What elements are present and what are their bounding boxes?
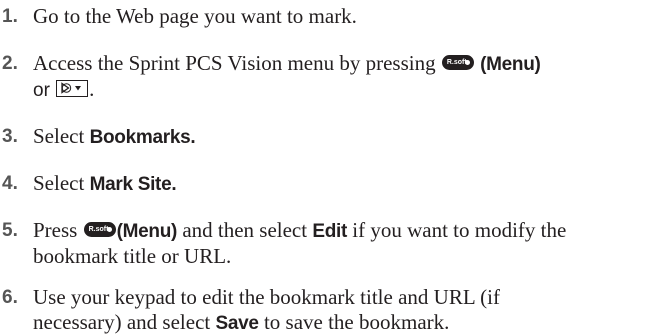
period-text: . — [89, 77, 95, 101]
softkey-label: R.soft — [446, 59, 467, 66]
or-text: or — [33, 80, 50, 101]
step-6-text-end: to save the bookmark. — [263, 310, 450, 334]
step-2-text: Access the Sprint PCS Vision menu by pre… — [33, 51, 436, 75]
mark-site-keyword: Mark Site. — [89, 174, 177, 195]
softkey-label: R.soft — [88, 226, 109, 233]
softkey-dot — [106, 227, 112, 232]
menu-keyword: (Menu) — [116, 221, 178, 242]
step-number: 5. — [2, 220, 18, 241]
right-softkey-icon: R.soft — [83, 222, 116, 237]
step-5-text-end: bookmark title or URL. — [33, 244, 232, 268]
step-1-text: Go to the Web page you want to mark. — [33, 4, 357, 28]
step-6-text: Use your keypad to edit the bookmark tit… — [33, 285, 500, 309]
step-text: Press R.soft (Menu) and then select Edit … — [33, 218, 651, 269]
select-text: Select — [33, 124, 85, 148]
step-number: 2. — [2, 53, 18, 74]
step-number: 3. — [2, 126, 18, 147]
press-text: Press — [33, 218, 78, 242]
step-5-text-cont: if you want to modify the — [352, 218, 567, 242]
step-text: Select Bookmarks. — [33, 124, 651, 150]
right-softkey-icon: R.soft — [441, 55, 474, 70]
step-5-text: and then select — [182, 218, 308, 242]
navigation-key-icon — [56, 80, 89, 97]
step-number: 6. — [2, 287, 18, 308]
select-text: Select — [33, 171, 85, 195]
step-6-text-cont: necessary) and select — [33, 310, 211, 334]
edit-keyword: Edit — [312, 221, 348, 242]
save-keyword: Save — [215, 313, 259, 334]
softkey-dot — [464, 60, 470, 65]
step-number: 1. — [2, 6, 18, 27]
bookmarks-keyword: Bookmarks. — [89, 127, 196, 148]
step-text: Select Mark Site. — [33, 171, 651, 197]
menu-keyword: (Menu) — [480, 54, 541, 75]
step-text: Access the Sprint PCS Vision menu by pre… — [33, 51, 651, 103]
step-text: Go to the Web page you want to mark. — [33, 4, 651, 29]
step-text: Use your keypad to edit the bookmark tit… — [33, 285, 651, 336]
step-number: 4. — [2, 173, 18, 194]
